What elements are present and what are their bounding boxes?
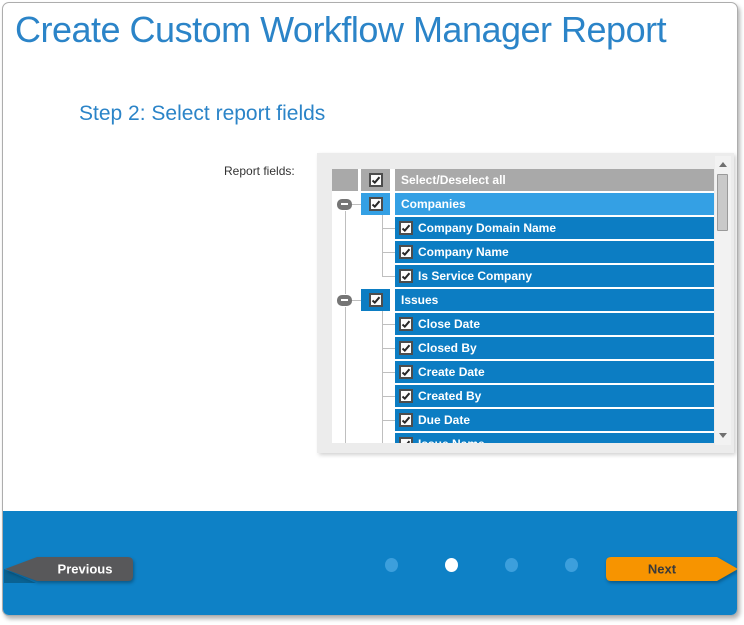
row-label: Companies bbox=[401, 193, 466, 215]
row-checkbox[interactable] bbox=[369, 293, 383, 307]
tree-row[interactable]: Issues bbox=[332, 289, 714, 311]
minus-icon bbox=[341, 299, 348, 301]
checkmark-icon bbox=[371, 176, 381, 184]
tree-line bbox=[345, 211, 346, 294]
tree-row-select-all[interactable]: Select/Deselect all bbox=[332, 169, 714, 191]
report-fields-tree: Select/Deselect allCompaniesCompany Doma… bbox=[332, 169, 714, 443]
tree-line bbox=[382, 252, 395, 253]
row-checkbox[interactable] bbox=[399, 437, 413, 443]
row-label: Created By bbox=[418, 385, 481, 407]
row-checkbox[interactable] bbox=[369, 173, 383, 187]
tree-line bbox=[382, 276, 395, 277]
step-dot-3 bbox=[505, 558, 518, 572]
row-label: Create Date bbox=[418, 361, 485, 383]
row-checkbox[interactable] bbox=[399, 221, 413, 235]
checkmark-icon bbox=[401, 440, 411, 443]
scrollbar-down-icon[interactable] bbox=[719, 433, 727, 438]
checkmark-icon bbox=[371, 296, 381, 304]
tree-line bbox=[382, 228, 395, 229]
row-label: Company Name bbox=[418, 241, 509, 263]
previous-button[interactable]: Previous bbox=[4, 554, 134, 584]
wizard-window: Create Custom Workflow Manager Report St… bbox=[2, 2, 738, 616]
row-checkbox[interactable] bbox=[399, 245, 413, 259]
next-button-label: Next bbox=[648, 562, 677, 577]
row-checkbox[interactable] bbox=[399, 413, 413, 427]
row-checkbox[interactable] bbox=[369, 197, 383, 211]
checkmark-icon bbox=[401, 248, 411, 256]
tree-line bbox=[382, 348, 395, 349]
report-fields-label: Report fields: bbox=[224, 164, 295, 178]
checkmark-icon bbox=[371, 200, 381, 208]
tree-line bbox=[352, 300, 361, 301]
row-label: Company Domain Name bbox=[418, 217, 556, 239]
collapse-button[interactable] bbox=[337, 199, 352, 210]
row-checkbox[interactable] bbox=[399, 365, 413, 379]
row-label: Due Date bbox=[418, 409, 470, 431]
checkmark-icon bbox=[401, 392, 411, 400]
row-label: Select/Deselect all bbox=[401, 169, 506, 191]
checkmark-icon bbox=[401, 320, 411, 328]
row-checkbox[interactable] bbox=[399, 389, 413, 403]
checkmark-icon bbox=[401, 344, 411, 352]
tree-line bbox=[382, 372, 395, 373]
tree-line bbox=[382, 396, 395, 397]
tree-row[interactable]: Companies bbox=[332, 193, 714, 215]
checkmark-icon bbox=[401, 416, 411, 424]
row-label: Issues bbox=[401, 289, 438, 311]
next-button[interactable]: Next bbox=[605, 554, 738, 584]
collapse-button[interactable] bbox=[337, 295, 352, 306]
tree-line bbox=[382, 324, 395, 325]
row-label: Is Service Company bbox=[418, 265, 532, 287]
step-heading: Step 2: Select report fields bbox=[79, 102, 325, 126]
checkmark-icon bbox=[401, 224, 411, 232]
row-label: Issue Name bbox=[418, 433, 485, 443]
scrollbar-thumb[interactable] bbox=[717, 174, 728, 231]
step-dot-1 bbox=[385, 558, 398, 572]
scrollbar-up-icon[interactable] bbox=[719, 162, 727, 167]
row-label: Close Date bbox=[418, 313, 480, 335]
tree-line bbox=[352, 204, 361, 205]
scrollbar-track[interactable] bbox=[715, 156, 731, 445]
tree-line bbox=[382, 215, 383, 276]
row-checkbox[interactable] bbox=[399, 341, 413, 355]
tree-line bbox=[382, 311, 383, 443]
row-label: Closed By bbox=[418, 337, 477, 359]
tree-line bbox=[345, 307, 346, 443]
step-dot-4 bbox=[565, 558, 578, 572]
checkmark-icon bbox=[401, 368, 411, 376]
checkmark-icon bbox=[401, 272, 411, 280]
row-checkbox[interactable] bbox=[399, 317, 413, 331]
minus-icon bbox=[341, 203, 348, 205]
previous-button-label: Previous bbox=[58, 562, 113, 577]
row-checkbox[interactable] bbox=[399, 269, 413, 283]
tree-line bbox=[382, 420, 395, 421]
step-dot-2-active bbox=[445, 558, 458, 572]
page-title: Create Custom Workflow Manager Report bbox=[15, 9, 666, 51]
tree-row[interactable]: Issue Name bbox=[332, 433, 714, 443]
